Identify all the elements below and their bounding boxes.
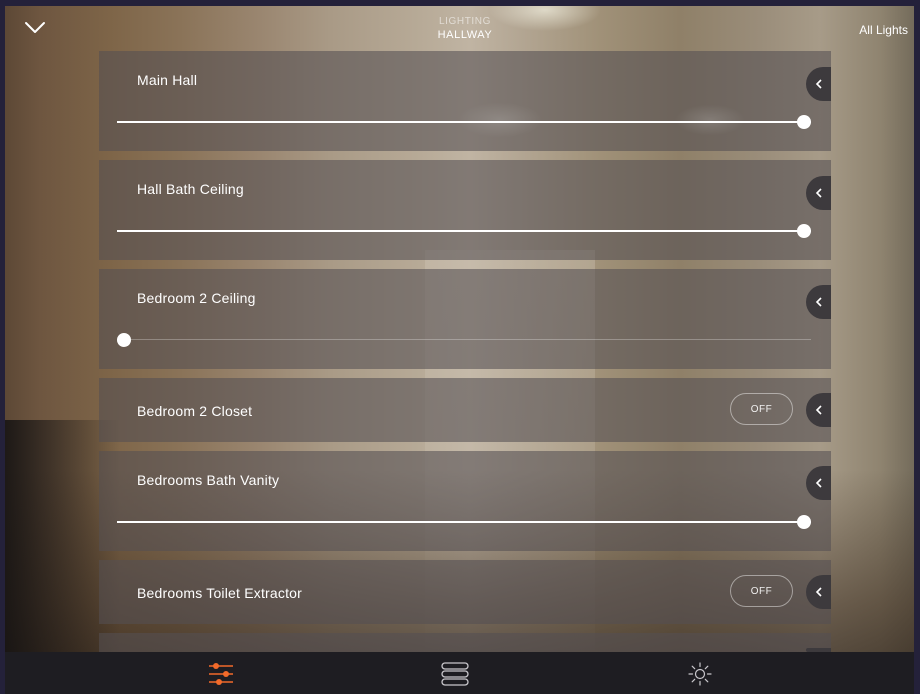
chevron-left-icon [815,478,822,488]
light-name: Bedroom 2 Closet [137,403,253,419]
light-card-bedroom-2-ceiling: Bedroom 2 Ceiling [99,269,831,369]
expand-button[interactable] [806,285,831,319]
tab-list[interactable] [441,662,469,691]
tab-controls[interactable] [208,662,234,691]
expand-button[interactable] [806,466,831,500]
light-card-hall-bath-ceiling: Hall Bath Ceiling [99,160,831,260]
light-card-partial [99,633,831,652]
chevron-left-icon [815,297,822,307]
sun-icon [688,662,712,686]
light-name: Bedroom 2 Ceiling [137,290,256,306]
lighting-screen: LIGHTING HALLWAY All Lights Main Hall Ha… [0,0,920,694]
dimmer-slider[interactable] [117,515,811,529]
expand-button[interactable] [806,575,831,609]
window-frame-left [0,0,5,694]
slider-thumb[interactable] [797,224,811,238]
light-card-bedrooms-bath-vanity: Bedrooms Bath Vanity [99,451,831,551]
chevron-left-icon [815,79,822,89]
light-card-main-hall: Main Hall [99,51,831,151]
dimmer-slider[interactable] [117,333,811,347]
expand-button[interactable] [806,393,831,427]
page-title: HALLWAY [437,29,493,41]
power-toggle-button[interactable]: OFF [730,393,793,425]
slider-thumb[interactable] [797,515,811,529]
list-icon [441,662,469,686]
header-subtitle: LIGHTING [438,16,492,27]
slider-thumb[interactable] [797,115,811,129]
light-name: Hall Bath Ceiling [137,181,244,197]
sliders-icon [209,663,233,685]
light-card-bedroom-2-closet: Bedroom 2 Closet OFF [99,378,831,442]
page-header: LIGHTING HALLWAY [360,16,570,42]
all-lights-button[interactable]: All Lights [859,23,908,37]
slider-fill [117,521,811,523]
chevron-left-icon [815,587,822,597]
power-toggle-button[interactable]: OFF [730,575,793,607]
dimmer-slider[interactable] [117,115,811,129]
slider-fill [117,121,811,123]
slider-remainder [117,339,811,340]
expand-button[interactable] [806,176,831,210]
light-name: Bedrooms Toilet Extractor [137,585,303,601]
expand-button[interactable] [806,67,831,101]
bottom-tab-bar [0,652,920,694]
collapse-chevron-icon[interactable] [22,18,48,38]
light-name: Bedrooms Bath Vanity [137,472,280,488]
light-name: Main Hall [137,72,198,88]
dimmer-slider[interactable] [117,224,811,238]
tab-scenes[interactable] [688,662,712,691]
slider-thumb[interactable] [117,333,131,347]
light-card-bedrooms-toilet-extractor: Bedrooms Toilet Extractor OFF [99,560,831,624]
window-frame-right [914,0,920,694]
chevron-left-icon [815,405,822,415]
chevron-left-icon [815,188,822,198]
window-frame-top [0,0,920,6]
slider-fill [117,230,811,232]
